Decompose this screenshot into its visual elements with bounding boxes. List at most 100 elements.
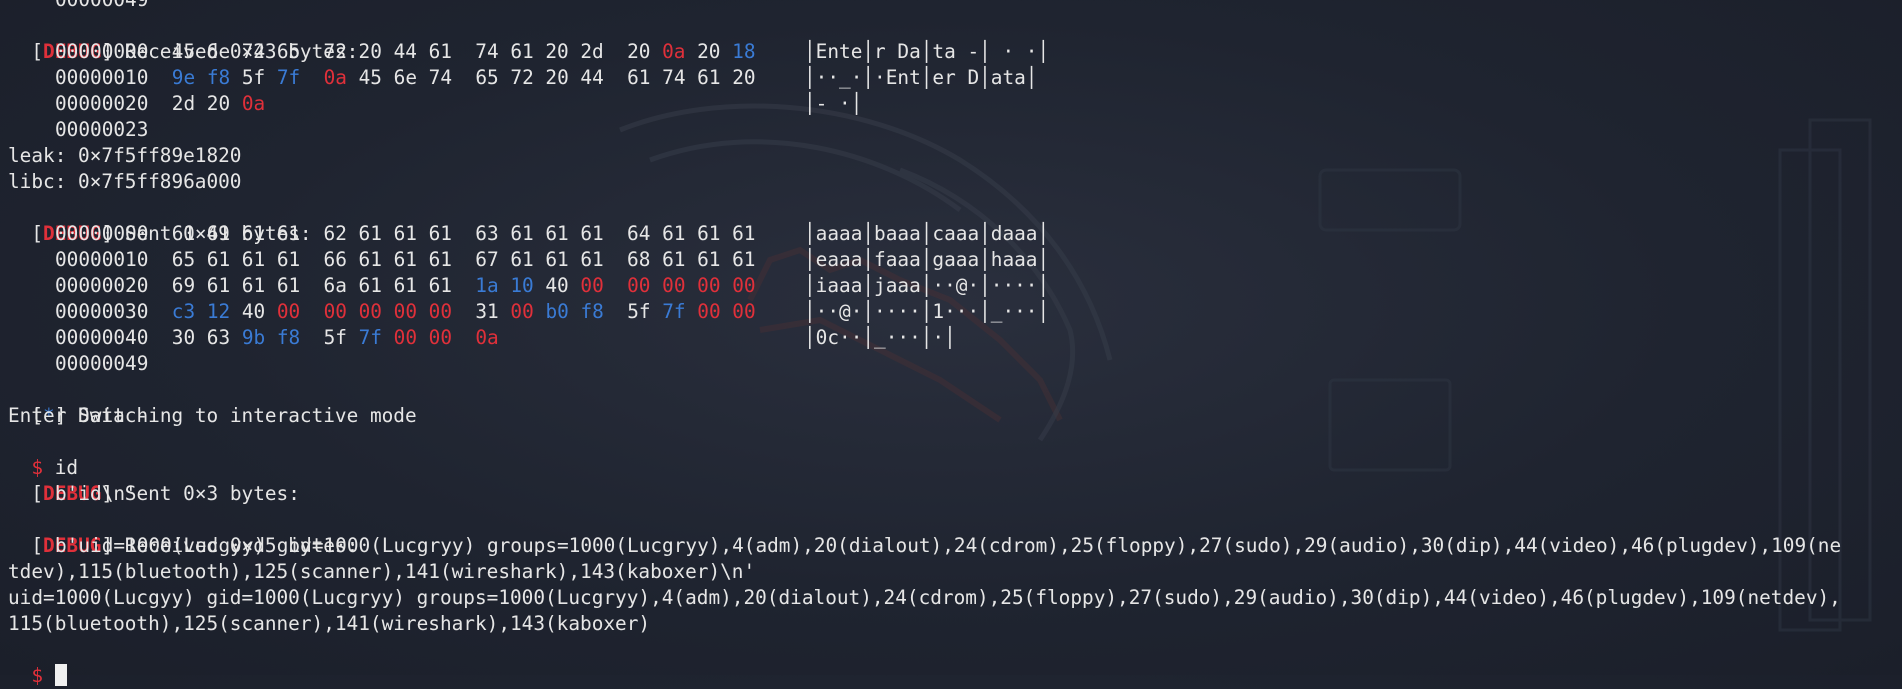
hex-offset: 00000000 [55, 222, 149, 245]
hex-bytes: 5f [300, 326, 359, 349]
debug-sent-header: [DEBUG] Sent 0×49 bytes: [31, 222, 312, 245]
hex-bytes: f8 [206, 66, 231, 89]
hex-bytes: 30 63 [171, 326, 242, 349]
hex-bytes: 74 61 20 2d [475, 40, 628, 63]
hex-bytes [452, 326, 475, 349]
interactive-mode-line: [*] Switching to interactive mode [31, 404, 417, 427]
hexdump-row: 00000040 30 63 9b f8 5f 7f 00 00 0a [55, 325, 499, 351]
hex-ascii: │aaaa│baaa│caaa│daaa│ [804, 222, 1050, 245]
hex-bytes: 00 00 00 00 [323, 300, 453, 323]
hex-ascii: │··_·│·Ent│er D│ata│ [804, 66, 1038, 89]
sent-bytes: b'id\n' [55, 482, 137, 505]
received-bytes-line-2: tdev),115(bluetooth),125(scanner),141(wi… [8, 560, 756, 583]
hex-bytes: 69 61 61 61 6a 61 61 61 [171, 274, 476, 297]
hex-offset: 00000023 [55, 118, 149, 141]
hex-bytes: 20 [627, 40, 663, 63]
hex-offset: 00000010 [55, 66, 149, 89]
hex-offset: 00000010 [55, 248, 149, 271]
hex-bytes: 0a [241, 92, 266, 115]
hex-bytes: 31 [452, 300, 511, 323]
hex-bytes [382, 326, 394, 349]
hex-ascii: │0c··│_···│·│ [804, 326, 956, 349]
hexdump-row: 00000000 45 6e 74 65 72 20 44 61 74 61 2… [55, 39, 756, 65]
hex-bytes: 0a [662, 40, 686, 63]
hex-ascii: │··@·│····│1···│_···│ [804, 300, 1050, 323]
hex-bytes: b0 [545, 300, 569, 323]
hex-bytes: 45 6e 74 65 72 20 44 61 74 61 20 [346, 66, 756, 89]
hex-bytes [534, 300, 546, 323]
hex-bytes: 5f [603, 300, 663, 323]
debug-received-header: [DEBUG] Received 0×23 bytes: [31, 40, 359, 63]
hex-bytes: 2d 20 [171, 92, 242, 115]
hex-bytes: 00 [276, 300, 301, 323]
hex-bytes: 7f [662, 300, 686, 323]
hex-ascii: │Ente│r Da│ta -│ · ·│ [804, 40, 1050, 63]
hex-offset: 00000000 [55, 40, 149, 63]
hex-bytes: 00 00 [697, 300, 756, 323]
hex-bytes [265, 326, 277, 349]
hexdump-row: 00000030 c3 12 40 00 00 00 00 00 31 00 b… [55, 299, 756, 325]
hex-offset: 00000049 [55, 352, 149, 375]
text-cursor [54, 664, 67, 686]
hex-bytes: 9e [171, 66, 196, 89]
output-line-1: uid=1000(Lucgyy) gid=1000(Lucgryy) group… [8, 586, 1841, 609]
hex-offset: 00000020 [55, 274, 149, 297]
hex-bytes: 1a [475, 274, 499, 297]
hex-bytes: 12 [206, 300, 231, 323]
hex-bytes: 72 20 44 61 [323, 40, 476, 63]
hex-offset: 00000020 [55, 92, 149, 115]
hex-bytes: 45 6e 74 65 [171, 40, 324, 63]
hex-bytes [195, 300, 207, 323]
hex-bytes [195, 66, 207, 89]
hexdump-row: 00000010 65 61 61 61 66 61 61 61 67 61 6… [55, 247, 755, 273]
hex-bytes: 0a [323, 66, 347, 89]
hex-offset: 00000030 [55, 300, 149, 323]
hex-bytes: 40 [533, 274, 581, 297]
hex-bytes: 40 [230, 300, 277, 323]
command-line: $ id [31, 456, 79, 479]
hex-bytes: 7f [276, 66, 301, 89]
output-line-2: 115(bluetooth),125(scanner),141(wireshar… [8, 612, 651, 635]
hex-bytes: f8 [276, 326, 301, 349]
libc-line: libc: 0×7f5ff896a000 [8, 170, 242, 193]
hex-bytes: 9b [241, 326, 266, 349]
hex-bytes: f8 [580, 300, 604, 323]
hex-bytes: 61 61 61 61 62 61 61 61 63 61 61 61 64 6… [171, 222, 756, 245]
received-bytes-line-1: b'uid=1000(Lucgyy) gid=1000(Lucgryy) gro… [55, 534, 1842, 557]
hex-bytes [300, 66, 323, 89]
hex-bytes [686, 300, 698, 323]
hex-bytes [569, 300, 581, 323]
hex-ascii: │eaaa│faaa│gaaa│haaa│ [804, 248, 1050, 271]
hexdump-row: 00000020 69 61 61 61 6a 61 61 61 1a 10 4… [55, 273, 756, 299]
hex-bytes: c3 [171, 300, 196, 323]
hexdump-row: 00000023 [55, 117, 148, 143]
hex-bytes: 5f [230, 66, 277, 89]
hex-ascii: │iaaa│jaaa│··@·│····│ [804, 274, 1050, 297]
hexdump-row: 00000010 9e f8 5f 7f 0a 45 6e 74 65 72 2… [55, 65, 756, 91]
enter-data-prompt: Enter Data - [8, 404, 149, 427]
hex-bytes [604, 274, 627, 297]
prev-offset: 00000049 [55, 0, 148, 13]
hex-bytes: 00 [580, 274, 604, 297]
hex-bytes: 10 [510, 274, 534, 297]
hexdump-row: 00000000 61 61 61 61 62 61 61 61 63 61 6… [55, 221, 755, 247]
hex-bytes: 18 [732, 40, 756, 63]
hex-bytes [300, 300, 323, 323]
debug-sent-header-2: [DEBUG] Sent 0×3 bytes: [31, 482, 300, 505]
hex-offset: 00000040 [55, 326, 149, 349]
hex-ascii: │- ·│ [804, 92, 863, 115]
hex-bytes: 7f [358, 326, 382, 349]
shell-prompt[interactable]: $ [8, 637, 67, 687]
leak-line: leak: 0×7f5ff89e1820 [8, 144, 242, 167]
hex-bytes: 00 [510, 300, 534, 323]
hex-bytes [499, 274, 511, 297]
hex-bytes: 00 00 00 00 [627, 274, 756, 297]
terminal-window[interactable]: { "window": {"cursor_prompt": "$"}, "lin… [0, 0, 1902, 687]
hexdump-row: 00000049 [55, 351, 148, 377]
hex-bytes: 20 [685, 40, 733, 63]
hexdump-row: 00000020 2d 20 0a [55, 91, 265, 117]
debug-received-header-2: [DEBUG] Received 0×d5 bytes: [31, 534, 359, 557]
hex-bytes: 00 00 [393, 326, 453, 349]
hex-bytes: 0a [475, 326, 499, 349]
hex-bytes: 65 61 61 61 66 61 61 61 67 61 61 61 68 6… [171, 248, 756, 271]
